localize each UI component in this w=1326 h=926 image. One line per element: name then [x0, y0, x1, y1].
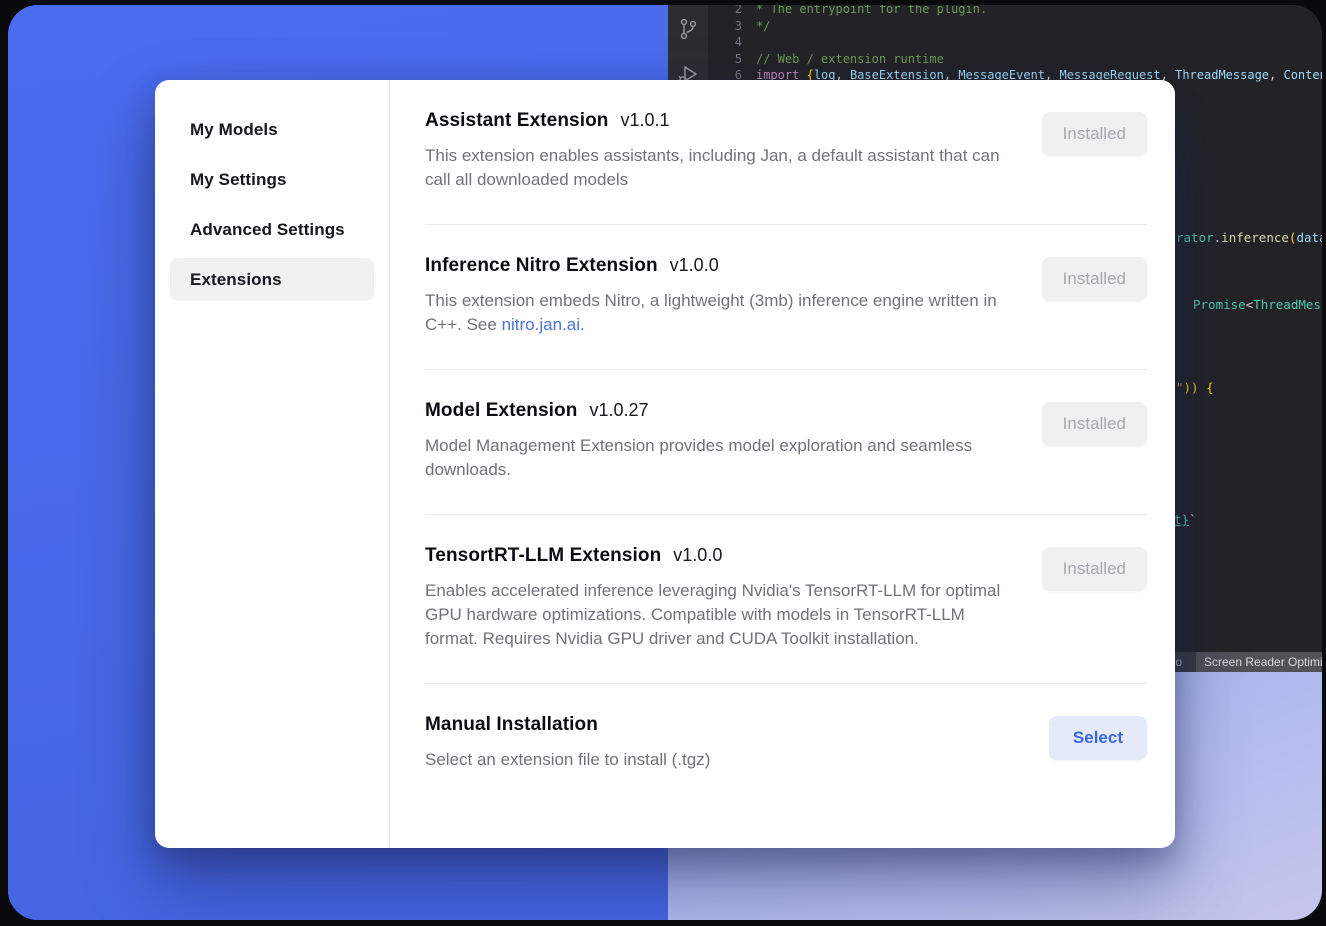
code-fragment: Promise<ThreadMessage> — [1193, 297, 1322, 312]
extension-title: Assistant Extension — [425, 110, 609, 132]
installed-button[interactable]: Installed — [1042, 402, 1147, 446]
sidebar-item-label: Advanced Settings — [190, 220, 345, 240]
sidebar-item-my-settings[interactable]: My Settings — [170, 158, 374, 201]
code-line: 5// Web / extension runtime — [708, 51, 1322, 68]
app-window: 2 * The entrypoint for the plugin.3 */45… — [8, 5, 1322, 920]
extension-version: v1.0.27 — [589, 400, 648, 421]
extension-version: v1.0.1 — [621, 110, 670, 131]
code-lines: 2 * The entrypoint for the plugin.3 */45… — [708, 5, 1322, 84]
extension-description: This extension embeds Nitro, a lightweig… — [425, 289, 1015, 337]
code-line: 3 */ — [708, 18, 1322, 35]
code-line: 4 — [708, 34, 1322, 51]
extension-description: This extension enables assistants, inclu… — [425, 144, 1015, 192]
extension-title: Manual Installation — [425, 714, 598, 736]
extension-row-inference-nitro: Inference Nitro Extension v1.0.0 This ex… — [425, 225, 1147, 370]
sidebar-item-my-models[interactable]: My Models — [170, 108, 374, 151]
code-fragment: ")) { — [1176, 380, 1214, 395]
screen-reader-status-item[interactable]: Screen Reader Optimized — [1196, 652, 1322, 672]
installed-button[interactable]: Installed — [1042, 547, 1147, 591]
sidebar-item-extensions[interactable]: Extensions — [170, 258, 374, 301]
extension-version: v1.0.0 — [673, 545, 722, 566]
extension-description: Select an extension file to install (.tg… — [425, 748, 710, 772]
extension-description: Enables accelerated inference leveraging… — [425, 579, 1015, 651]
extension-title: Model Extension — [425, 400, 577, 422]
extension-row-model: Model Extension v1.0.27 Model Management… — [425, 370, 1147, 515]
settings-modal: My Models My Settings Advanced Settings … — [155, 80, 1175, 848]
nitro-jan-ai-link[interactable]: nitro.jan.ai. — [502, 315, 585, 334]
select-file-button[interactable]: Select — [1049, 716, 1147, 760]
code-fragment: t}` — [1174, 512, 1197, 527]
installed-button[interactable]: Installed — [1042, 257, 1147, 301]
extension-title: Inference Nitro Extension — [425, 255, 658, 277]
code-line: 2 * The entrypoint for the plugin. — [708, 5, 1322, 18]
sidebar-item-label: Extensions — [190, 270, 282, 290]
extension-row-tensorrt-llm: TensortRT-LLM Extension v1.0.0 Enables a… — [425, 515, 1147, 684]
sidebar-item-label: My Models — [190, 120, 278, 140]
extension-description: Model Management Extension provides mode… — [425, 434, 1015, 482]
extension-row-assistant: Assistant Extension v1.0.1 This extensio… — [425, 80, 1147, 225]
extensions-list: Assistant Extension v1.0.1 This extensio… — [390, 80, 1175, 848]
manual-installation-row: Manual Installation Select an extension … — [425, 684, 1147, 804]
extension-version: v1.0.0 — [670, 255, 719, 276]
sidebar-item-advanced-settings[interactable]: Advanced Settings — [170, 208, 374, 251]
extension-title: TensortRT-LLM Extension — [425, 545, 661, 567]
source-control-icon[interactable] — [676, 17, 700, 41]
code-fragment: rator.inference(data)); — [1176, 230, 1322, 245]
settings-sidebar: My Models My Settings Advanced Settings … — [155, 80, 390, 848]
sidebar-item-label: My Settings — [190, 170, 287, 190]
installed-button[interactable]: Installed — [1042, 112, 1147, 156]
